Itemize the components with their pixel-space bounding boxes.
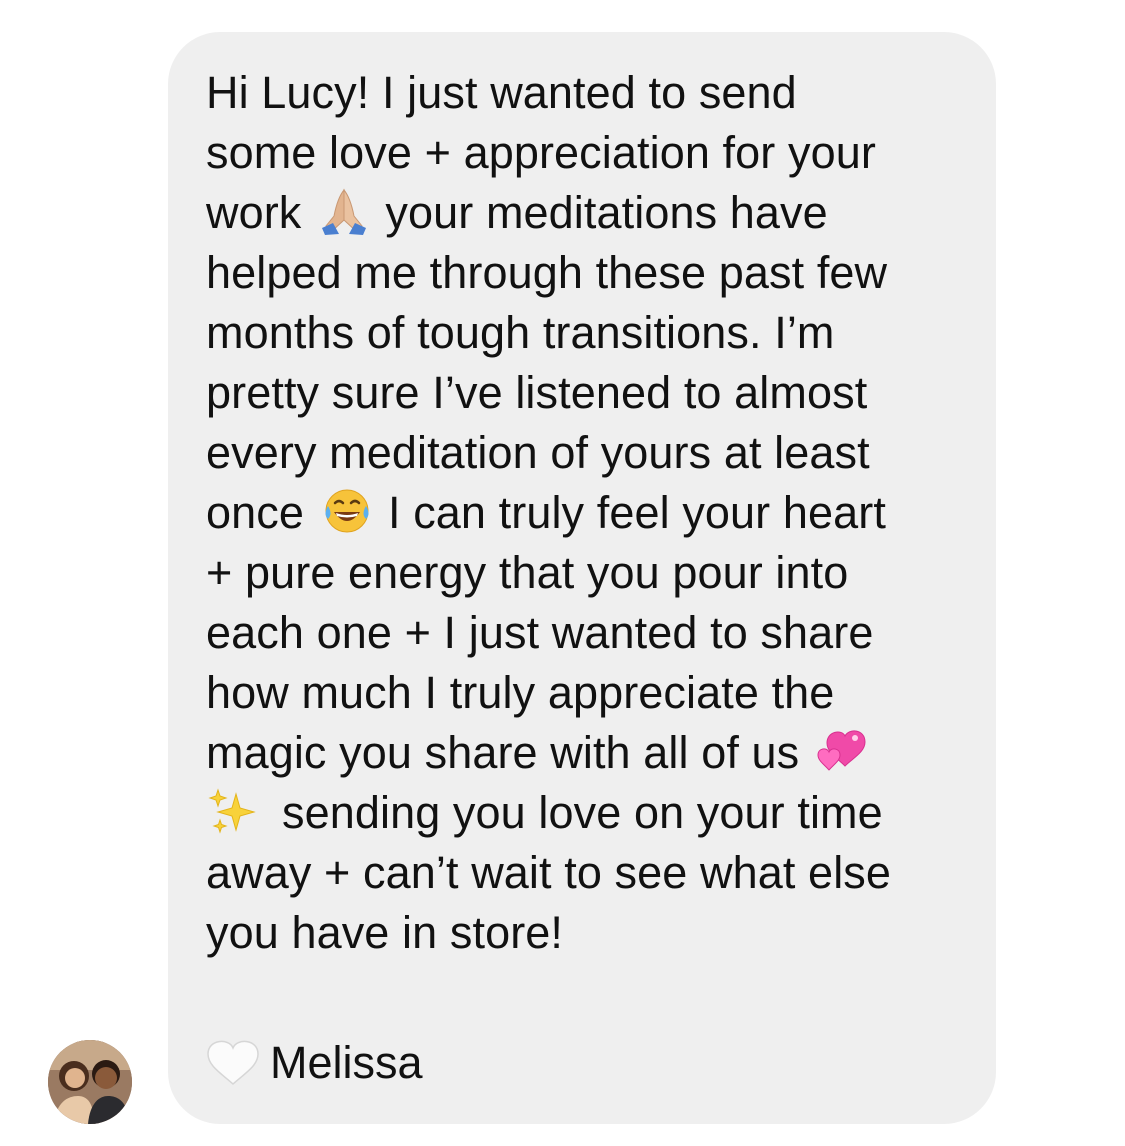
message-line: each one + I just wanted to share	[206, 607, 874, 658]
signature-name: Melissa	[270, 1037, 423, 1088]
message-line: every meditation of yours at least	[206, 427, 870, 478]
message-line: + pure energy that you pour into	[206, 547, 849, 598]
two-hearts-icon	[815, 726, 869, 776]
tears-of-joy-icon	[320, 486, 374, 536]
message-line: months of tough transitions. I’m	[206, 307, 835, 358]
message-line: sending you love on your time	[206, 783, 966, 843]
sender-avatar[interactable]	[48, 1040, 132, 1124]
message-line: pretty sure I’ve listened to almost	[206, 367, 868, 418]
message-line: away + can’t wait to see what else	[206, 847, 892, 898]
folded-hands-icon	[317, 186, 371, 236]
message-line: how much I truly appreciate the	[206, 667, 835, 718]
white-heart-icon	[206, 1036, 260, 1086]
message-text: Hi Lucy! I just wanted to send some love…	[206, 63, 966, 963]
message-line: you have in store!	[206, 907, 564, 958]
profile-photo	[48, 1040, 132, 1124]
message-line: once I can truly feel your heart	[206, 486, 886, 538]
message-line: helped me through these past few	[206, 247, 888, 298]
signature: Melissa	[206, 1033, 423, 1093]
message-line: work your meditations have	[206, 186, 828, 238]
message-line: magic you share with all of us	[206, 723, 966, 783]
sparkles-icon	[206, 786, 260, 836]
message-line: Hi Lucy! I just wanted to send	[206, 67, 797, 118]
message-line: some love + appreciation for your	[206, 127, 876, 178]
